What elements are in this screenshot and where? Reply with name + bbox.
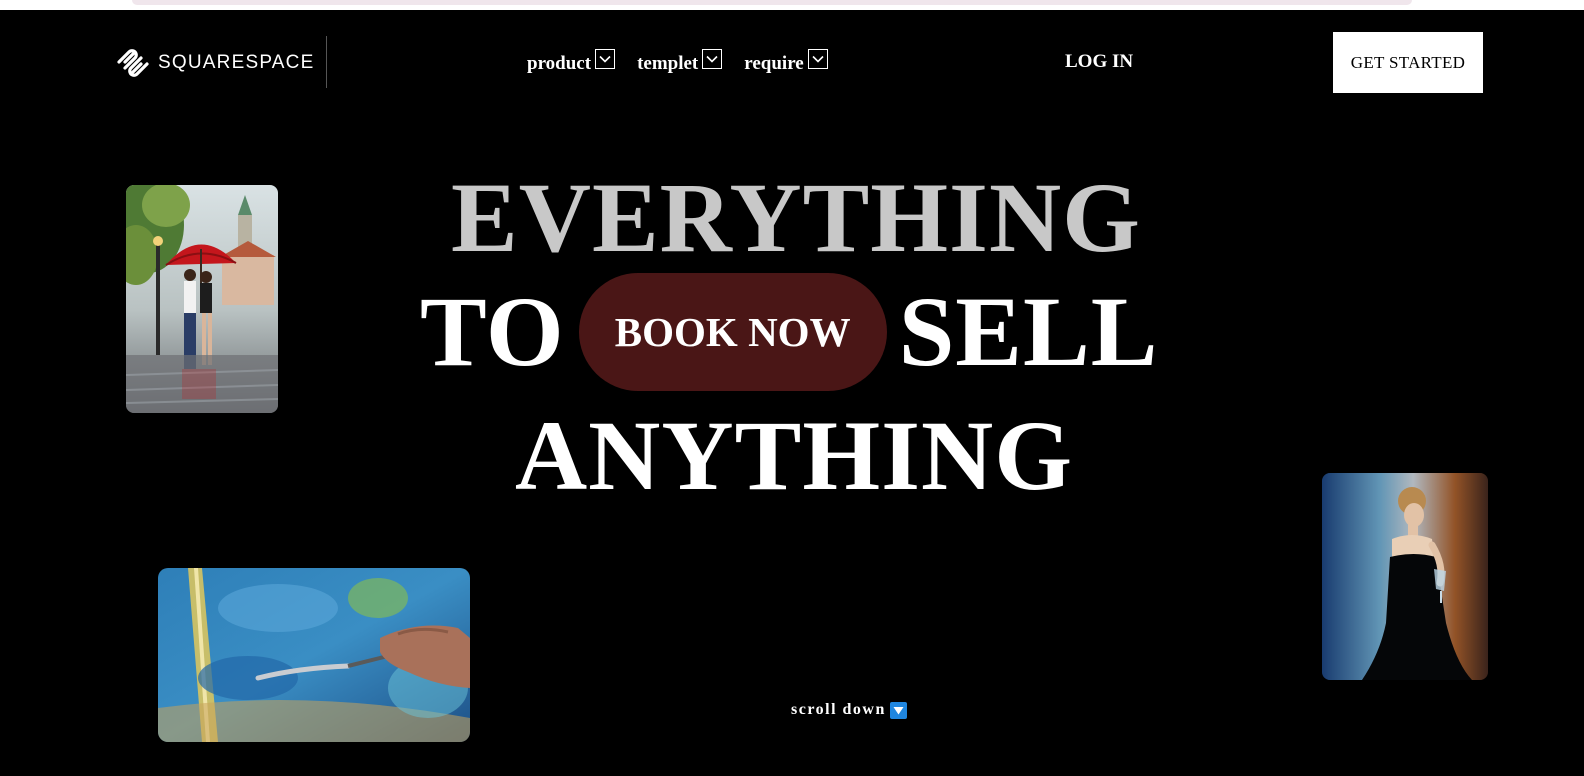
painting-palette-knife (158, 568, 470, 742)
painting-couple-umbrella (126, 185, 278, 413)
hero-line-2: TO BOOK NOW SELL (420, 273, 1158, 391)
scroll-down-prompt[interactable]: scroll down (791, 701, 907, 719)
nav-item-templet[interactable]: templet (637, 49, 723, 74)
hero-word-sell: SELL (898, 276, 1159, 387)
squarespace-logo-icon (117, 49, 149, 77)
main-nav: product templet require (527, 49, 828, 74)
arrow-down-icon[interactable] (889, 701, 907, 719)
nav-item-product[interactable]: product (527, 49, 616, 74)
painting-woman-black-dress (1322, 473, 1488, 680)
hero-word-to: TO (420, 276, 565, 387)
brand-name: SQUARESPACE (158, 52, 315, 73)
chevron-down-icon[interactable] (595, 49, 616, 69)
chevron-down-icon[interactable] (702, 49, 723, 69)
login-link[interactable]: LOG IN (1065, 51, 1133, 73)
book-now-button[interactable]: BOOK NOW (578, 273, 887, 391)
page: SQUARESPACE product templet require LOG … (0, 10, 1584, 776)
scroll-down-label: scroll down (791, 701, 886, 718)
nav-label: product (527, 53, 592, 74)
chevron-down-icon[interactable] (807, 49, 828, 69)
header-divider (326, 36, 327, 88)
browser-bar (132, 0, 1412, 5)
brand-logo[interactable]: SQUARESPACE (116, 48, 314, 78)
get-started-button[interactable]: GET STARTED (1333, 32, 1483, 93)
nav-label: require (744, 53, 804, 74)
nav-label: templet (637, 53, 699, 74)
nav-item-require[interactable]: require (744, 49, 828, 74)
browser-top-strip (0, 0, 1584, 10)
